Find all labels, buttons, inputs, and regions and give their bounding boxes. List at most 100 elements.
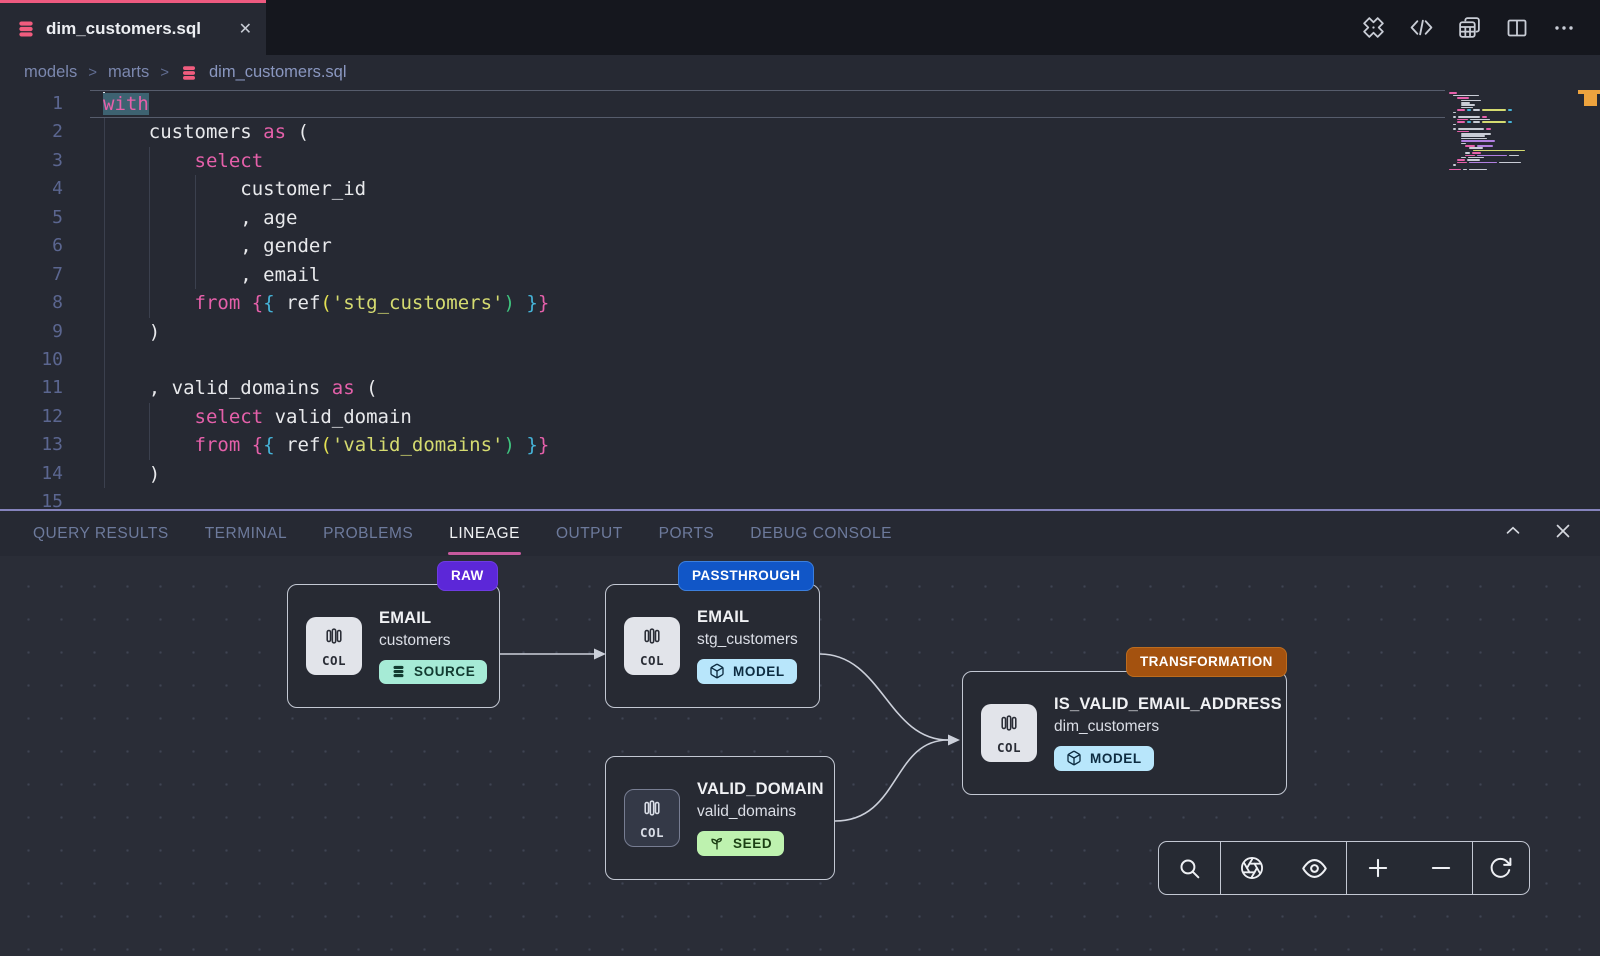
code-token: { <box>252 292 263 314</box>
code-token: , gender <box>103 235 332 257</box>
code-line[interactable]: , gender <box>103 232 549 260</box>
code-token: ref <box>275 434 321 456</box>
line-number: 5 <box>0 204 90 232</box>
code-line[interactable]: ) <box>103 460 549 488</box>
panel-tab-problems[interactable]: PROBLEMS <box>323 525 413 543</box>
column-type-badge: COL <box>981 704 1037 762</box>
panel-tab-lineage[interactable]: LINEAGE <box>449 525 520 543</box>
eye-button[interactable] <box>1301 855 1328 882</box>
code-token: ( <box>320 434 331 456</box>
code-line[interactable]: ) <box>103 318 549 346</box>
code-token: } <box>538 434 549 456</box>
code-editor[interactable]: 123456789101112131415 with customers as … <box>0 90 1600 509</box>
code-line[interactable]: , email <box>103 261 549 289</box>
code-token: select <box>195 406 264 428</box>
code-line[interactable]: select valid_domain <box>103 403 549 431</box>
code-token: ref <box>275 292 321 314</box>
lineage-canvas[interactable]: RAWCOLEMAILcustomersSOURCEPASSTHROUGHCOL… <box>0 556 1600 956</box>
lineage-node-valid_domains[interactable]: COLVALID_DOMAINvalid_domainsSEED <box>605 756 835 880</box>
code-token: } <box>526 434 537 456</box>
code-token: valid_domain <box>263 406 412 428</box>
node-model-name: customers <box>379 632 487 650</box>
minus-button[interactable] <box>1428 855 1454 881</box>
code-token: } <box>538 292 549 314</box>
columns-icon <box>641 625 663 652</box>
code-token: from <box>195 434 241 456</box>
seedling-icon <box>709 835 725 851</box>
line-number: 14 <box>0 460 90 488</box>
code-icon[interactable] <box>1409 15 1434 40</box>
code-line[interactable]: from {{ ref('valid_domains') }} <box>103 431 549 459</box>
col-label: COL <box>640 653 664 668</box>
lineage-node-dim_customers[interactable]: COLIS_VALID_EMAIL_ADDRESSdim_customersMO… <box>962 671 1287 795</box>
line-number: 13 <box>0 431 90 459</box>
lineage-node-customers[interactable]: COLEMAILcustomersSOURCE <box>287 584 500 708</box>
code-token: { <box>252 434 263 456</box>
code-token: customer_id <box>103 178 366 200</box>
node-column-name: EMAIL <box>379 609 487 628</box>
code-token: select <box>195 150 264 172</box>
column-type-badge: COL <box>624 617 680 675</box>
code-token: , valid_domains <box>103 377 332 399</box>
line-number: 9 <box>0 318 90 346</box>
code-line[interactable]: from {{ ref('stg_customers') }} <box>103 289 549 317</box>
code-line[interactable]: with <box>103 90 549 118</box>
tab-dim-customers-sql[interactable]: dim_customers.sql ✕ <box>0 0 266 55</box>
plus-button[interactable] <box>1365 855 1391 881</box>
code-token <box>515 292 526 314</box>
code-token: from <box>195 292 241 314</box>
breadcrumb: models > marts > dim_customers.sql <box>0 55 1600 90</box>
split-editor-icon[interactable] <box>1505 16 1529 40</box>
editor-actions <box>1361 0 1600 55</box>
code-line[interactable]: , age <box>103 204 549 232</box>
breadcrumb-separator: > <box>88 64 97 81</box>
cube-icon <box>1066 750 1082 766</box>
more-icon[interactable] <box>1552 16 1576 40</box>
close-icon[interactable] <box>1552 520 1574 547</box>
minimap[interactable] <box>1449 92 1561 171</box>
resource-chip-model: MODEL <box>1054 746 1154 771</box>
breadcrumb-item-models[interactable]: models <box>24 63 77 82</box>
panel-tab-output[interactable]: OUTPUT <box>556 525 623 543</box>
panel-tab-ports[interactable]: PORTS <box>659 525 715 543</box>
code-token <box>515 434 526 456</box>
code-token: , age <box>103 207 297 229</box>
breadcrumb-separator: > <box>160 64 169 81</box>
lineage-node-stg_customers[interactable]: COLEMAILstg_customersMODEL <box>605 584 820 708</box>
code-line[interactable]: , valid_domains as ( <box>103 374 549 402</box>
app-window: dim_customers.sql ✕ <box>0 0 1600 956</box>
columns-icon <box>998 712 1020 739</box>
line-number: 1 <box>0 90 90 118</box>
node-model-name: stg_customers <box>697 631 798 649</box>
panel-controls <box>1502 520 1600 547</box>
panel-tab-terminal[interactable]: TERMINAL <box>205 525 287 543</box>
code-line[interactable]: select <box>103 147 549 175</box>
toolbar-group <box>1473 842 1528 894</box>
panel-tab-debug-console[interactable]: DEBUG CONSOLE <box>750 525 892 543</box>
editor-tab-bar: dim_customers.sql ✕ <box>0 0 1600 55</box>
code-token: 'valid_domains' <box>332 434 504 456</box>
column-type-badge: COL <box>306 617 362 675</box>
refresh-button[interactable] <box>1488 856 1513 881</box>
panel-tab-query-results[interactable]: QUERY RESULTS <box>33 525 169 543</box>
dbt-logo-icon[interactable] <box>1361 15 1386 40</box>
code-token <box>103 292 195 314</box>
database-file-icon <box>16 19 36 39</box>
search-button[interactable] <box>1177 856 1202 881</box>
code-area[interactable]: with customers as ( select customer_id ,… <box>103 90 549 509</box>
code-line[interactable]: customers as ( <box>103 118 549 146</box>
node-model-name: valid_domains <box>697 803 824 821</box>
toolbar-group <box>1159 842 1221 894</box>
code-line[interactable] <box>103 488 549 509</box>
tab-close-icon[interactable]: ✕ <box>239 19 252 39</box>
code-line[interactable]: customer_id <box>103 175 549 203</box>
lineage-tag-transformation: TRANSFORMATION <box>1126 647 1287 677</box>
line-number: 2 <box>0 118 90 146</box>
aperture-button[interactable] <box>1239 855 1265 881</box>
code-line[interactable] <box>103 346 549 374</box>
chevron-up-icon[interactable] <box>1502 520 1524 547</box>
breadcrumb-item-file[interactable]: dim_customers.sql <box>209 63 347 82</box>
copy-table-icon[interactable] <box>1457 15 1482 40</box>
code-token: as <box>263 121 286 143</box>
breadcrumb-item-marts[interactable]: marts <box>108 63 149 82</box>
